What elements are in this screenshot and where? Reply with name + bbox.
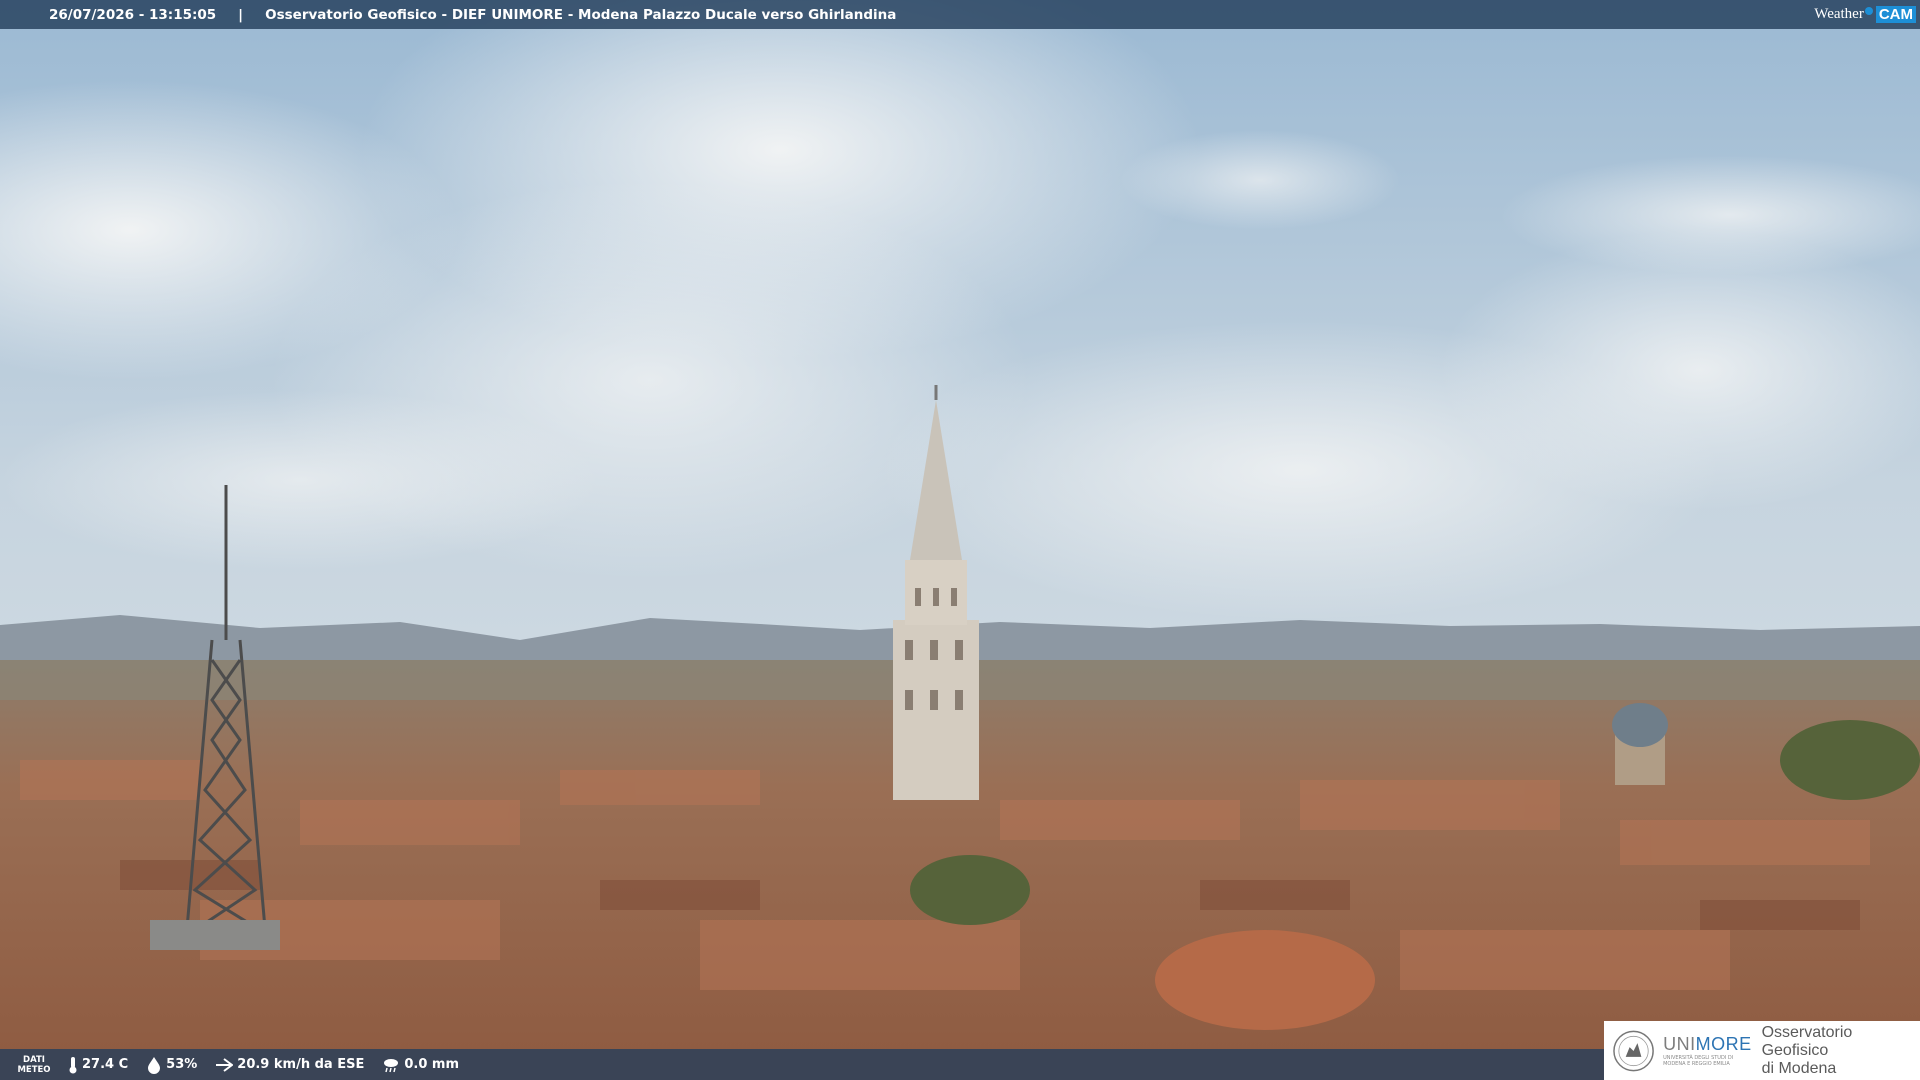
weather-data-label: DATI METEO — [0, 1055, 68, 1075]
rain-value: 0.0 mm — [404, 1057, 459, 1072]
unimore-suffix: MORE — [1695, 1034, 1752, 1054]
webcam-photo — [0, 0, 1920, 1080]
droplet-icon — [148, 1056, 161, 1074]
observatory-line1: Osservatorio Geofisico — [1761, 1023, 1853, 1059]
webcam-caption-bar: 26/07/2026 - 13:15:05 | Osservatorio Geo… — [0, 0, 1920, 29]
brand-cam: CAM — [1875, 6, 1916, 23]
wind-icon — [216, 1057, 234, 1072]
temperature-value: 27.4 C — [82, 1057, 129, 1072]
weather-label-line2: METEO — [17, 1064, 51, 1075]
unimore-prefix: UNI — [1663, 1034, 1696, 1054]
temperature-reading: 27.4 C — [68, 1056, 128, 1074]
humidity-value: 53% — [166, 1057, 198, 1072]
wind-value: 20.9 km/h da ESE — [237, 1057, 365, 1072]
weathercam-logo: Weather CAM — [1814, 4, 1916, 25]
observatory-line2: di Modena — [1761, 1059, 1837, 1077]
rain-cloud-icon — [384, 1058, 399, 1072]
brand-dot-icon — [1864, 6, 1873, 15]
caption-separator: | — [238, 6, 244, 23]
weather-label-line1: DATI — [23, 1054, 45, 1065]
unimore-name: UNIMORE — [1663, 1034, 1752, 1055]
wind-reading: 20.9 km/h da ESE — [215, 1056, 364, 1074]
camera-title: Osservatorio Geofisico - DIEF UNIMORE - … — [265, 6, 897, 23]
thermometer-icon — [69, 1056, 77, 1073]
humidity-reading: 53% — [146, 1056, 197, 1074]
unimore-wordmark: UNIMORE UNIVERSITÀ DEGLI STUDI DI MODENA… — [1663, 1034, 1752, 1067]
unimore-sub2: MODENA E REGGIO EMILIA — [1663, 1061, 1730, 1067]
rain-reading: 0.0 mm — [382, 1056, 459, 1074]
university-seal-icon — [1613, 1030, 1654, 1071]
observatory-name: Osservatorio Geofisico di Modena — [1762, 1024, 1920, 1078]
unimore-logo: UNIMORE UNIVERSITÀ DEGLI STUDI DI MODENA… — [1604, 1021, 1920, 1080]
timestamp: 26/07/2026 - 13:15:05 — [49, 6, 217, 23]
brand-weather: Weather — [1814, 6, 1864, 22]
weather-data-bar: DATI METEO 27.4 C 53% 20.9 km/h da ESE 0… — [0, 1049, 1604, 1080]
